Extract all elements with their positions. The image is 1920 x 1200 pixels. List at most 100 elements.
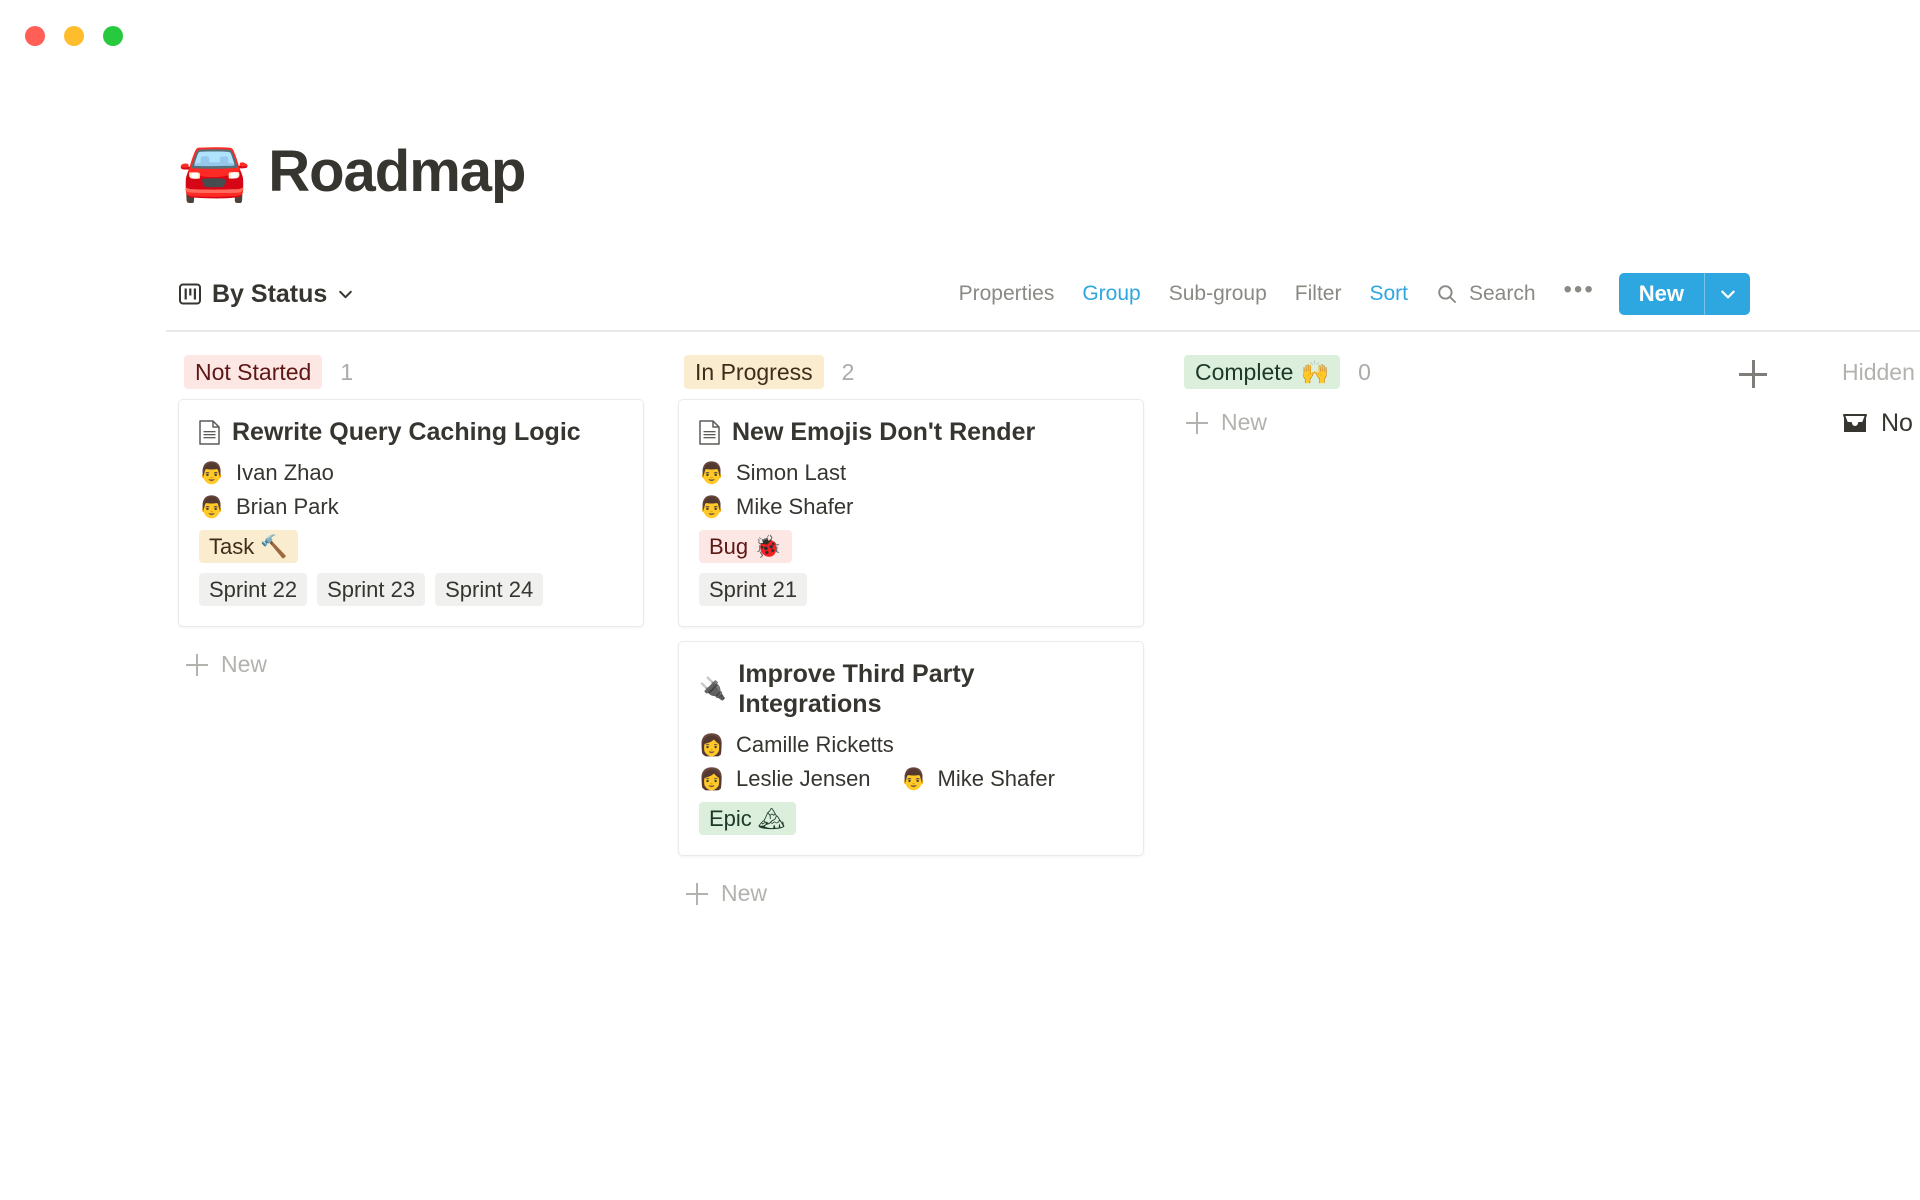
more-options-button[interactable]: ••• bbox=[1548, 283, 1613, 305]
ladybug-icon: 🐞 bbox=[754, 534, 781, 560]
kanban-board: Not Started 1 Rewrite Query Caching Logi… bbox=[178, 352, 1920, 917]
toolbar-sort-button[interactable]: Sort bbox=[1355, 276, 1422, 312]
board-column-not-started: Not Started 1 Rewrite Query Caching Logi… bbox=[178, 352, 678, 688]
card-title: Improve Third Party Integrations bbox=[738, 659, 1123, 719]
chevron-down-icon bbox=[337, 286, 354, 303]
add-card-label: New bbox=[1221, 409, 1267, 436]
assignee[interactable]: 👨 Simon Last bbox=[699, 460, 846, 486]
tag-sprint[interactable]: Sprint 21 bbox=[699, 573, 807, 606]
tag-sprint[interactable]: Sprint 23 bbox=[317, 573, 425, 606]
card-assignee-row: 👩 Leslie Jensen 👨 Mike Shafer bbox=[699, 766, 1123, 792]
card-assignee-row: 👨 Simon Last bbox=[699, 460, 1123, 486]
assignee-name: Mike Shafer bbox=[736, 494, 853, 520]
tag-bug[interactable]: Bug 🐞 bbox=[699, 530, 792, 563]
board-card[interactable]: New Emojis Don't Render 👨 Simon Last 👨 M… bbox=[678, 399, 1144, 627]
page-emoji-car-icon[interactable]: 🚘 bbox=[178, 143, 250, 201]
assignee[interactable]: 👨 Ivan Zhao bbox=[199, 460, 334, 486]
plus-icon bbox=[186, 654, 208, 676]
new-button-dropdown[interactable] bbox=[1704, 273, 1750, 315]
assignee-name: Brian Park bbox=[236, 494, 339, 520]
assignee-name: Ivan Zhao bbox=[236, 460, 334, 486]
close-window-button[interactable] bbox=[25, 26, 45, 46]
card-assignee-row: 👨 Ivan Zhao bbox=[199, 460, 623, 486]
maximize-window-button[interactable] bbox=[103, 26, 123, 46]
search-icon bbox=[1436, 283, 1458, 305]
status-badge-label: Complete bbox=[1195, 359, 1293, 386]
card-title: Rewrite Query Caching Logic bbox=[232, 417, 581, 447]
hammer-icon: 🔨 bbox=[260, 534, 287, 560]
search-button[interactable]: Search bbox=[1422, 276, 1548, 312]
card-tag-row: Task 🔨 bbox=[199, 530, 623, 563]
search-label: Search bbox=[1469, 282, 1536, 306]
column-header[interactable]: Not Started 1 bbox=[178, 352, 678, 392]
assignee[interactable]: 👩 Camille Ricketts bbox=[699, 732, 894, 758]
add-group-button[interactable] bbox=[1731, 354, 1775, 394]
plug-icon: 🔌 bbox=[699, 678, 726, 700]
assignee-name: Camille Ricketts bbox=[736, 732, 894, 758]
assignee-name: Simon Last bbox=[736, 460, 846, 486]
card-tag-row: Epic 🏔 bbox=[699, 802, 1123, 835]
view-toolbar: By Status Properties Group Sub-group Fil… bbox=[178, 268, 1750, 320]
card-title-row: Rewrite Query Caching Logic bbox=[199, 417, 623, 447]
card-tag-row: Sprint 21 bbox=[699, 573, 1123, 606]
tag-sprint[interactable]: Sprint 24 bbox=[435, 573, 543, 606]
avatar: 👨 bbox=[699, 494, 725, 520]
new-button-group: New bbox=[1619, 273, 1750, 315]
tag-sprint[interactable]: Sprint 22 bbox=[199, 573, 307, 606]
card-assignee-row: 👨 Brian Park bbox=[199, 494, 623, 520]
column-cards: New Emojis Don't Render 👨 Simon Last 👨 M… bbox=[678, 392, 1178, 917]
card-assignee-row: 👩 Camille Ricketts bbox=[699, 732, 1123, 758]
document-icon bbox=[699, 420, 720, 445]
card-tag-row: Sprint 22 Sprint 23 Sprint 24 bbox=[199, 573, 623, 606]
plus-icon bbox=[1186, 412, 1208, 434]
assignee-name: Leslie Jensen bbox=[736, 766, 871, 792]
mountain-icon: 🏔 bbox=[758, 806, 786, 832]
assignee[interactable]: 👨 Brian Park bbox=[199, 494, 339, 520]
archive-icon bbox=[1842, 412, 1868, 436]
card-title: New Emojis Don't Render bbox=[732, 417, 1035, 447]
add-card-button[interactable]: New bbox=[178, 641, 678, 688]
add-group-column bbox=[1678, 352, 1828, 394]
column-header[interactable]: In Progress 2 bbox=[678, 352, 1178, 392]
page-header: 🚘 Roadmap bbox=[178, 140, 525, 204]
add-card-label: New bbox=[221, 651, 267, 678]
status-badge: In Progress bbox=[684, 355, 824, 389]
avatar: 👨 bbox=[699, 460, 725, 486]
raised-hands-icon: 🙌 bbox=[1300, 359, 1329, 386]
board-card[interactable]: Rewrite Query Caching Logic 👨 Ivan Zhao … bbox=[178, 399, 644, 627]
avatar: 👩 bbox=[699, 732, 725, 758]
assignee-name: Mike Shafer bbox=[938, 766, 1055, 792]
chevron-down-icon bbox=[1719, 285, 1737, 303]
tag-task[interactable]: Task 🔨 bbox=[199, 530, 298, 563]
toolbar-subgroup-button[interactable]: Sub-group bbox=[1155, 276, 1281, 312]
add-card-button[interactable]: New bbox=[678, 870, 1178, 917]
column-header[interactable]: Complete 🙌 0 bbox=[1178, 352, 1678, 392]
toolbar-properties-button[interactable]: Properties bbox=[945, 276, 1069, 312]
toolbar-filter-button[interactable]: Filter bbox=[1281, 276, 1356, 312]
card-title-row: New Emojis Don't Render bbox=[699, 417, 1123, 447]
column-count: 1 bbox=[340, 359, 353, 386]
column-count: 0 bbox=[1358, 359, 1371, 386]
card-tag-row: Bug 🐞 bbox=[699, 530, 1123, 563]
assignee[interactable]: 👨 Mike Shafer bbox=[699, 494, 853, 520]
column-cards: New bbox=[1178, 392, 1678, 446]
tag-epic[interactable]: Epic 🏔 bbox=[699, 802, 796, 835]
view-switcher[interactable]: By Status bbox=[178, 280, 354, 309]
new-button[interactable]: New bbox=[1619, 273, 1704, 315]
tag-label: Epic bbox=[709, 806, 752, 832]
minimize-window-button[interactable] bbox=[64, 26, 84, 46]
card-assignee-row: 👨 Mike Shafer bbox=[699, 494, 1123, 520]
avatar: 👨 bbox=[901, 766, 927, 792]
hidden-group-item-no-status[interactable]: No Status bbox=[1842, 392, 1920, 438]
assignee[interactable]: 👨 Mike Shafer bbox=[901, 766, 1055, 792]
assignee[interactable]: 👩 Leslie Jensen bbox=[699, 766, 871, 792]
hidden-groups-title: Hidden groups bbox=[1842, 352, 1920, 392]
window-controls bbox=[25, 26, 123, 46]
document-icon bbox=[199, 420, 220, 445]
add-card-label: New bbox=[721, 880, 767, 907]
status-badge: Complete 🙌 bbox=[1184, 355, 1340, 389]
board-card[interactable]: 🔌 Improve Third Party Integrations 👩 Cam… bbox=[678, 641, 1144, 856]
toolbar-group-button[interactable]: Group bbox=[1068, 276, 1154, 312]
toolbar-actions: Properties Group Sub-group Filter Sort S… bbox=[945, 273, 1750, 315]
add-card-button[interactable]: New bbox=[1178, 399, 1678, 446]
